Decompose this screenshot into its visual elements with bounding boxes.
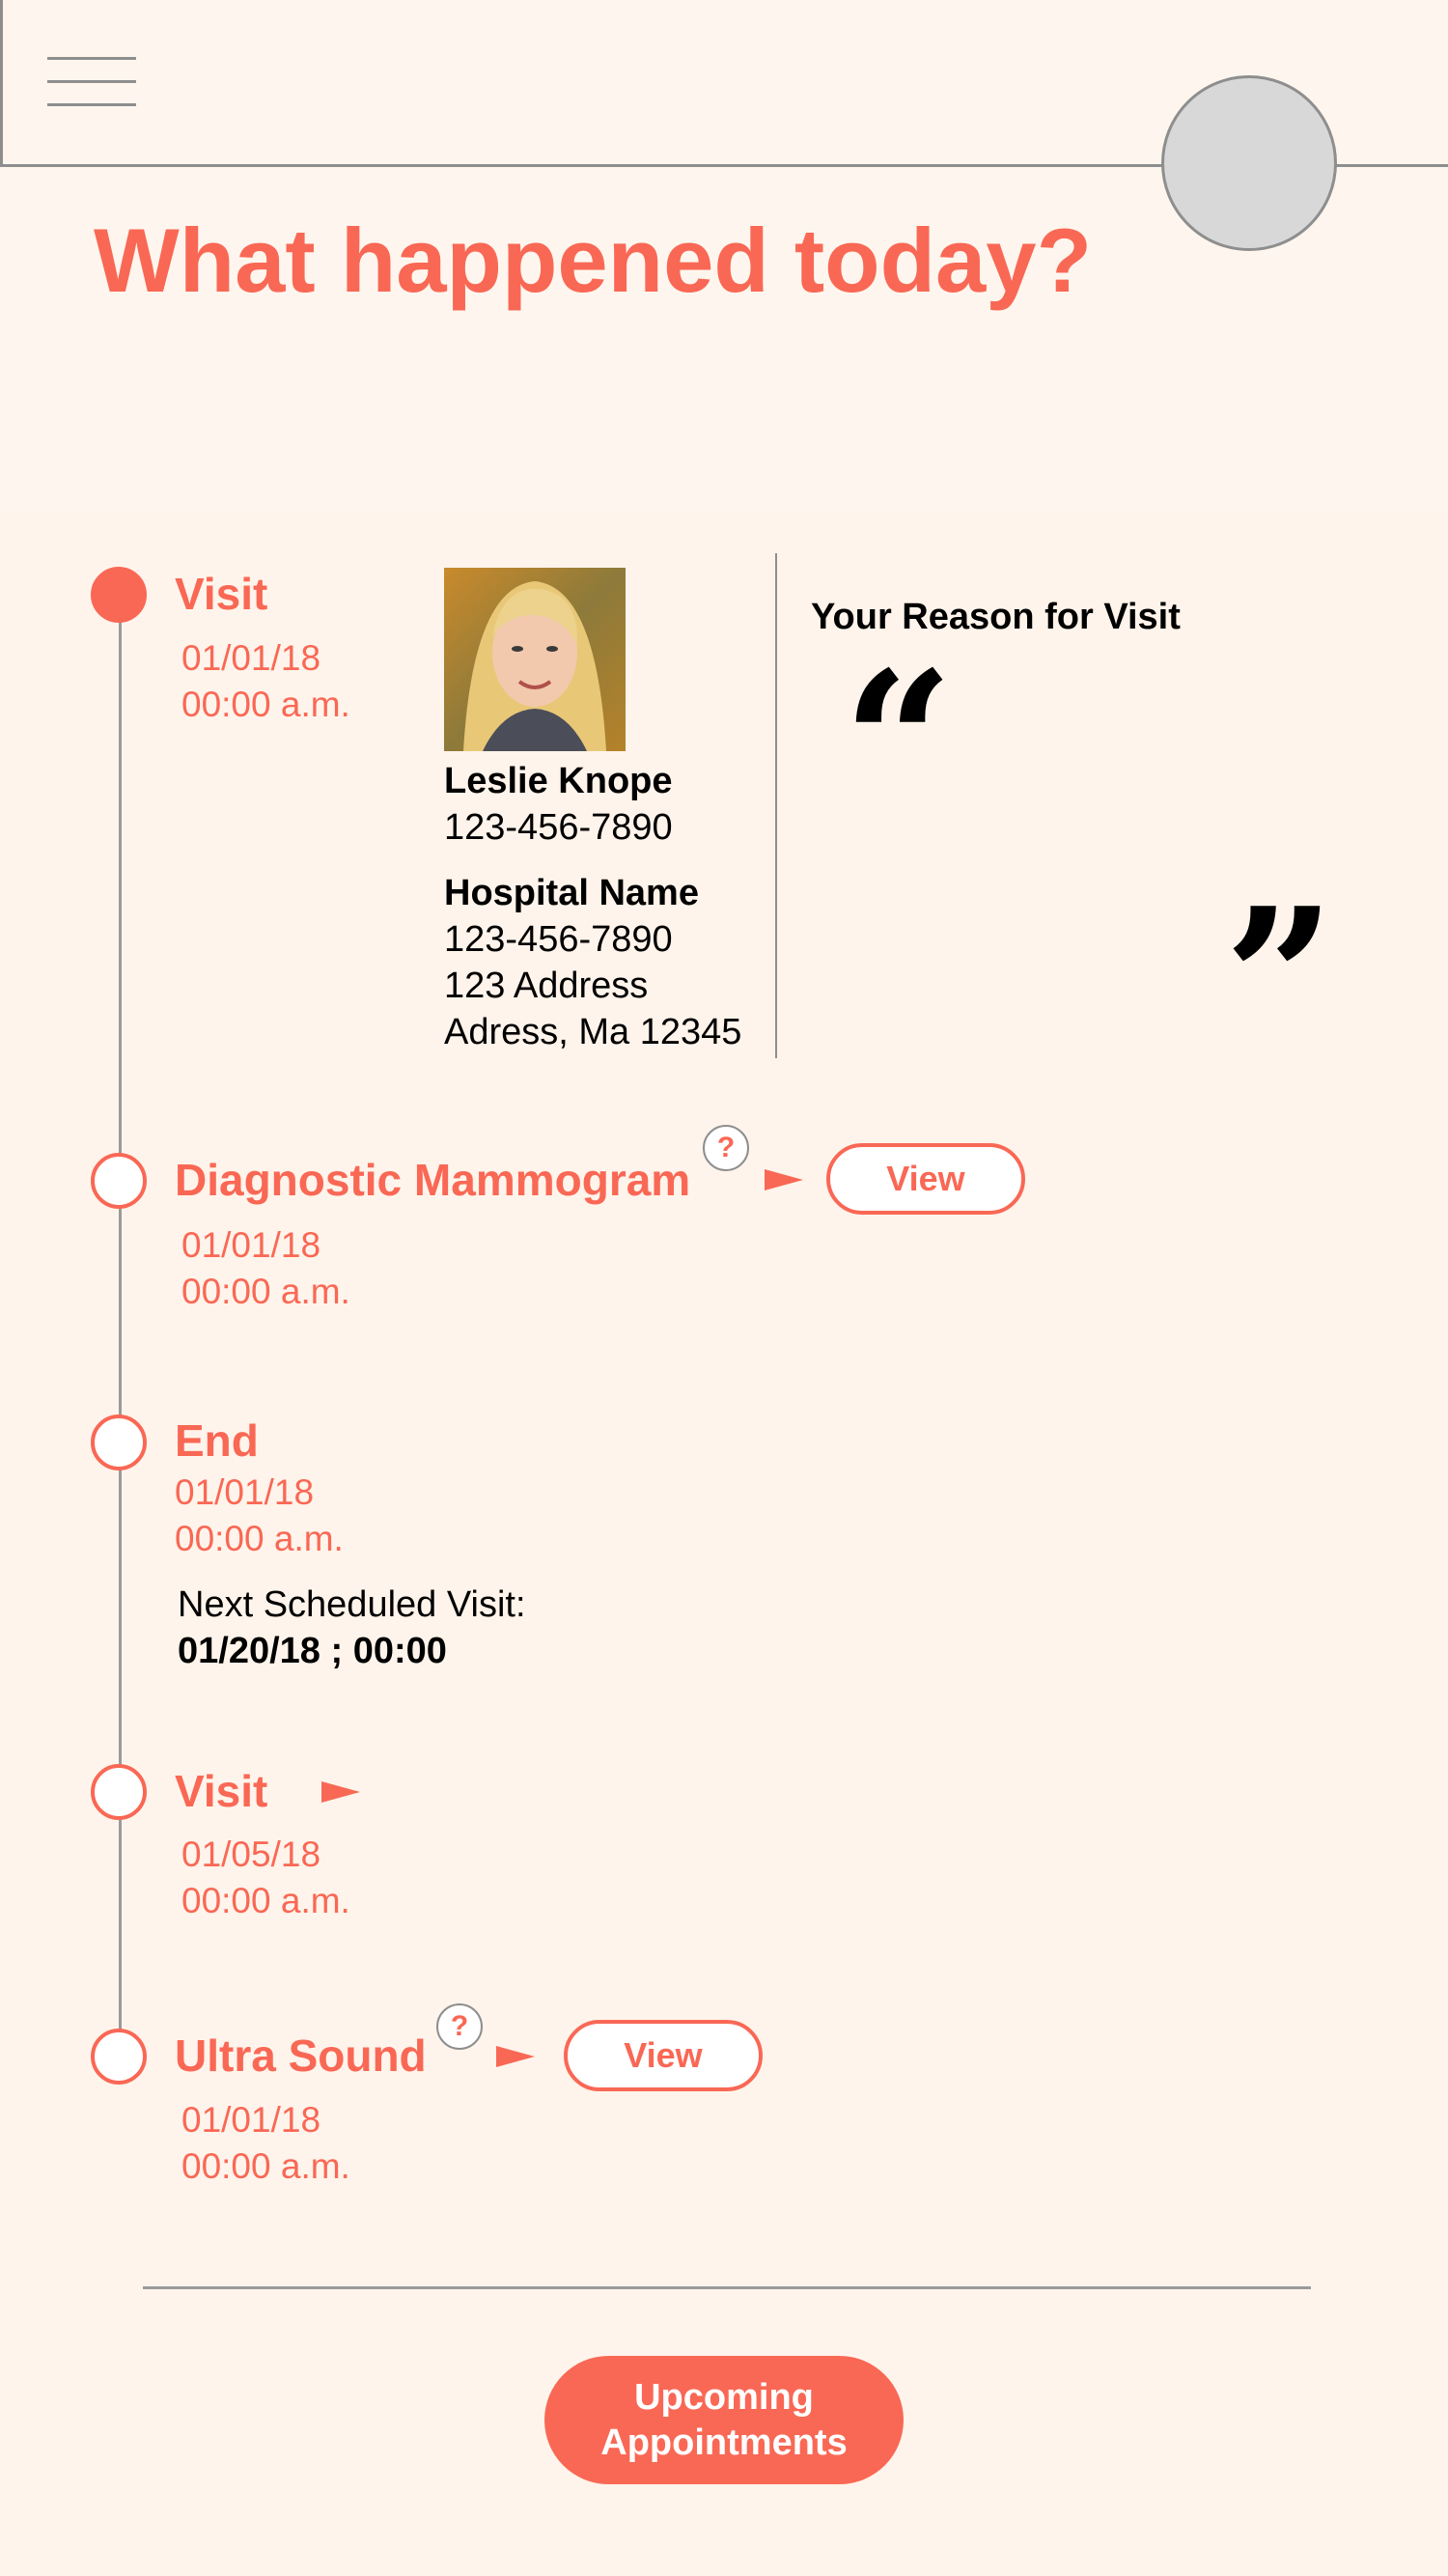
event-time: 00:00 a.m.: [181, 2146, 350, 2186]
hamburger-menu-icon[interactable]: [47, 53, 136, 111]
help-icon[interactable]: ?: [703, 1125, 749, 1171]
event-title-mammogram[interactable]: Diagnostic Mammogram: [175, 1158, 690, 1202]
help-icon[interactable]: ?: [436, 2003, 483, 2050]
timeline-node-end: [91, 1414, 147, 1470]
event-title-visit-2[interactable]: Visit: [175, 1769, 267, 1813]
upcoming-label-line1: Upcoming: [634, 2376, 814, 2418]
arrow-right-icon: [496, 2046, 535, 2067]
timeline-node-visit: [91, 567, 147, 623]
hospital-address-line1: 123 Address: [444, 966, 649, 1006]
arrow-right-icon: [765, 1169, 803, 1190]
event-time: 00:00 a.m.: [181, 1272, 350, 1311]
event-date: 01/01/18: [181, 1225, 321, 1265]
provider-name: Leslie Knope: [444, 761, 673, 801]
event-date: 01/01/18: [181, 638, 321, 678]
event-date: 01/01/18: [175, 1472, 315, 1512]
next-visit-value: 01/20/18 ; 00:00: [178, 1631, 447, 1671]
profile-avatar[interactable]: [1161, 75, 1337, 251]
view-mammogram-button[interactable]: View: [826, 1143, 1025, 1215]
view-ultrasound-button[interactable]: View: [564, 2020, 763, 2091]
open-quote-icon: “: [843, 630, 955, 856]
event-time: 00:00 a.m.: [181, 685, 350, 724]
event-title-visit[interactable]: Visit: [175, 572, 267, 616]
hospital-phone: 123-456-7890: [444, 919, 673, 960]
timeline-line: [119, 591, 122, 2053]
close-quote-icon: ”: [1224, 866, 1336, 1093]
event-date: 01/01/18: [181, 2100, 321, 2140]
event-time: 00:00 a.m.: [175, 1519, 344, 1558]
timeline-node-mammogram: [91, 1153, 147, 1209]
provider-photo: [444, 568, 626, 751]
arrow-right-icon: [321, 1781, 360, 1803]
next-visit-label: Next Scheduled Visit:: [178, 1584, 526, 1625]
upcoming-appointments-button[interactable]: Upcoming Appointments: [544, 2356, 904, 2484]
event-title-ultrasound[interactable]: Ultra Sound: [175, 2033, 427, 2078]
section-divider: [143, 2286, 1311, 2289]
hospital-name: Hospital Name: [444, 873, 699, 913]
timeline-node-ultrasound: [91, 2029, 147, 2085]
hospital-address-line2: Adress, Ma 12345: [444, 1012, 742, 1052]
event-date: 01/05/18: [181, 1834, 321, 1874]
timeline-node-visit-2: [91, 1764, 147, 1820]
vertical-divider: [775, 553, 777, 1058]
page-title: What happened today?: [94, 210, 1092, 311]
event-title-end[interactable]: End: [175, 1418, 259, 1463]
event-time: 00:00 a.m.: [181, 1881, 350, 1920]
upcoming-label-line2: Appointments: [600, 2422, 848, 2463]
provider-phone: 123-456-7890: [444, 807, 673, 848]
